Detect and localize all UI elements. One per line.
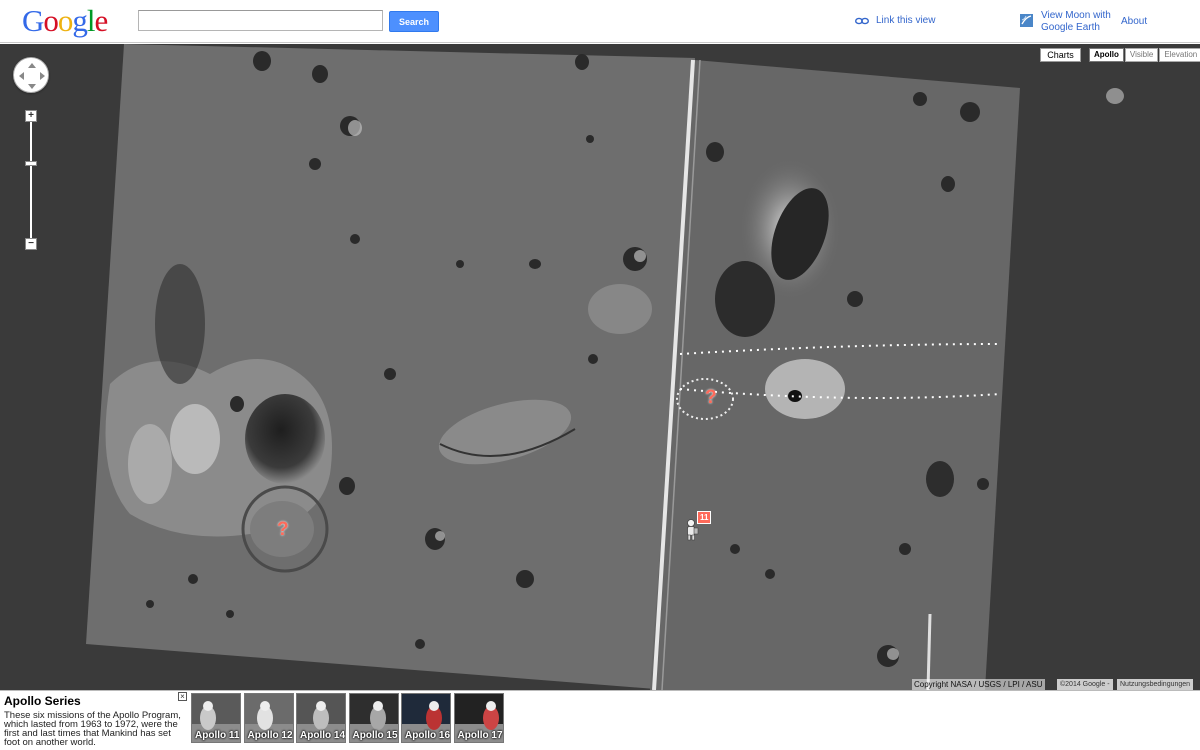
mission-thumbnail[interactable]: Apollo 11 bbox=[191, 693, 241, 743]
moon-imagery[interactable] bbox=[0, 44, 1200, 690]
mission-thumbnail[interactable]: Apollo 17 bbox=[453, 693, 504, 743]
mission-label: Apollo 15 bbox=[352, 730, 398, 741]
distant-crater bbox=[1106, 88, 1124, 104]
map-type-selector: Apollo Visible Elevation bbox=[1089, 48, 1200, 62]
unknown-location-marker[interactable]: ? bbox=[705, 387, 717, 409]
apollo-11-marker[interactable]: 11 bbox=[697, 511, 712, 524]
google-earth-icon bbox=[1020, 14, 1033, 27]
charts-button[interactable]: Charts bbox=[1040, 48, 1081, 62]
mission-thumbnail[interactable]: Apollo 14 bbox=[296, 693, 346, 743]
logo-letter: e bbox=[94, 3, 109, 38]
mission-label: Apollo 11 bbox=[195, 730, 240, 741]
apollo-series-panel: Apollo Series These six missions of the … bbox=[0, 690, 1200, 750]
map-type-visible[interactable]: Visible bbox=[1124, 48, 1159, 62]
close-icon[interactable]: × bbox=[178, 692, 187, 701]
zoom-out-button[interactable]: − bbox=[25, 238, 37, 250]
logo-letter: o bbox=[43, 3, 58, 38]
logo-letter: o bbox=[57, 3, 73, 38]
unknown-location-marker[interactable]: ? bbox=[277, 519, 289, 541]
mission-label: Apollo 16 bbox=[405, 730, 451, 741]
zoom-in-button[interactable]: + bbox=[25, 110, 37, 122]
mission-thumbnail[interactable]: Apollo 12 bbox=[243, 693, 294, 743]
zoom-slider-track[interactable] bbox=[30, 110, 32, 242]
mission-label: Apollo 14 bbox=[300, 730, 346, 741]
logo-letter: g bbox=[72, 3, 87, 38]
mission-label: Apollo 12 bbox=[247, 730, 293, 741]
copyright-text: Copyright NASA / USGS / LPI / ASU bbox=[912, 679, 1045, 690]
header-bar: Google Search Link this view View Moon w… bbox=[0, 0, 1200, 43]
search-input[interactable] bbox=[138, 10, 383, 31]
view-in-google-earth-label: View Moon with Google Earth bbox=[1041, 10, 1111, 33]
series-description: These six missions of the Apollo Program… bbox=[4, 710, 181, 748]
google-year-badge: ©2014 Google - bbox=[1057, 679, 1113, 690]
map-type-elevation[interactable]: Elevation bbox=[1159, 48, 1200, 62]
logo-letter: G bbox=[22, 3, 44, 38]
about-link[interactable]: About bbox=[1121, 16, 1147, 27]
terms-of-use-link[interactable]: Nutzungsbedingungen bbox=[1117, 679, 1194, 690]
link-icon bbox=[855, 17, 869, 24]
mission-label: Apollo 17 bbox=[457, 730, 503, 741]
series-title: Apollo Series bbox=[4, 694, 81, 708]
view-in-google-earth-link[interactable]: View Moon with Google Earth bbox=[1020, 10, 1113, 34]
map-type-apollo[interactable]: Apollo bbox=[1089, 48, 1124, 62]
logo-letter: l bbox=[86, 3, 96, 38]
search-button[interactable]: Search bbox=[389, 11, 439, 32]
link-this-view[interactable]: Link this view bbox=[855, 15, 935, 26]
link-this-view-label: Link this view bbox=[876, 15, 936, 26]
large-crater bbox=[245, 394, 325, 484]
moon-map[interactable]: + − Charts Apollo Visible Elevation ? ? 11… bbox=[0, 44, 1200, 690]
mission-thumbnail[interactable]: Apollo 16 bbox=[401, 693, 451, 743]
google-logo[interactable]: Google bbox=[22, 3, 109, 39]
pan-control[interactable] bbox=[13, 57, 49, 93]
mission-thumbnails: Apollo 11 Apollo 12 Apollo 14 Apollo 15 Apol… bbox=[191, 693, 506, 743]
mission-thumbnail[interactable]: Apollo 15 bbox=[348, 693, 399, 743]
series-info-box: Apollo Series These six missions of the … bbox=[0, 691, 189, 749]
zoom-slider-handle[interactable] bbox=[25, 161, 37, 166]
pan-arrows-icon bbox=[19, 63, 45, 89]
